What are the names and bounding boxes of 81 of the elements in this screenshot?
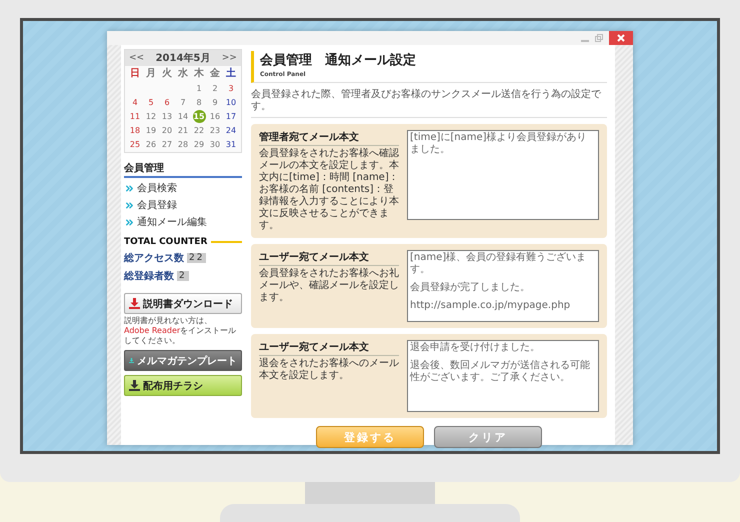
page-title: 会員管理 通知メール設定 bbox=[260, 52, 417, 69]
section-description: 退会をされたお客様へのメール本文を設定します。 bbox=[259, 358, 399, 382]
counter-value: 22 bbox=[187, 253, 206, 263]
calendar-day[interactable]: 20 bbox=[160, 124, 174, 137]
counter-value: 2 bbox=[177, 271, 189, 281]
weekday-label: 火 bbox=[161, 67, 173, 81]
calendar-day[interactable]: 2 bbox=[208, 82, 222, 95]
calendar-day[interactable]: 26 bbox=[144, 138, 158, 151]
mail-body-field[interactable]: [time]に[name]様より会員登録がありました。 bbox=[407, 130, 599, 220]
page-description: 会員登録された際、管理者及びお客様のサンクスメール送信を行う為の設定です。 bbox=[251, 89, 607, 118]
download-button[interactable]: 説明書ダウンロード bbox=[124, 293, 242, 314]
calendar-day[interactable]: 3 bbox=[224, 82, 238, 95]
calendar-day[interactable]: 17 bbox=[224, 110, 238, 123]
adobe-reader-link[interactable]: Adobe Reader bbox=[124, 326, 180, 335]
calendar-day[interactable]: 4 bbox=[128, 96, 142, 109]
calendar-day[interactable]: 19 bbox=[144, 124, 158, 137]
calendar-day[interactable]: 15 bbox=[192, 110, 206, 123]
help-note: 説明書が見れない方は、 Adobe Readerをインストールしてください。 bbox=[124, 316, 238, 346]
sidebar-heading: 会員管理 bbox=[124, 161, 242, 178]
calendar-day[interactable]: 30 bbox=[208, 138, 222, 151]
calendar-day[interactable]: 9 bbox=[208, 96, 222, 109]
calendar-day[interactable]: 1 bbox=[192, 82, 206, 95]
calendar-day[interactable]: 12 bbox=[144, 110, 158, 123]
calendar-day[interactable]: 13 bbox=[160, 110, 174, 123]
chevrons-icon bbox=[124, 200, 135, 211]
mail-body-line: http://sample.co.jp/mypage.php bbox=[410, 300, 572, 312]
calendar-day[interactable]: 21 bbox=[176, 124, 190, 137]
chevrons-icon bbox=[124, 217, 135, 228]
download-icon bbox=[129, 355, 134, 366]
calendar-day[interactable]: 25 bbox=[128, 138, 142, 151]
calendar-day[interactable]: 22 bbox=[192, 124, 206, 137]
sidebar-link[interactable]: 会員登録 bbox=[124, 199, 242, 212]
weekday-label: 月 bbox=[145, 67, 157, 81]
section-description: 会員登録をされたお客様へ確認メールの本文を設定します。本文内に[time]：時間 [name]：お客様の名前 [contents]：登録情報を入力することにより本文に反映させることができます。 bbox=[259, 148, 399, 232]
calendar-day[interactable]: 6 bbox=[160, 96, 174, 109]
calendar-day[interactable]: 5 bbox=[144, 96, 158, 109]
close-icon bbox=[617, 34, 625, 42]
restore-icon[interactable] bbox=[595, 34, 603, 42]
calendar-day[interactable]: 24 bbox=[224, 124, 238, 137]
section-description: 会員登録をされたお客様へお礼メールや、確認メールを設定します。 bbox=[259, 268, 399, 304]
counter-title: TOTAL COUNTER bbox=[124, 237, 208, 247]
close-button[interactable] bbox=[609, 31, 633, 45]
mail-body-field[interactable]: 退会申請を受け付けました。 退会後、数回メルマガが送信される可能性がございます。ご了承ください。 bbox=[407, 340, 599, 412]
calendar-month: 2014年5月 bbox=[156, 52, 210, 65]
weekday-label: 木 bbox=[193, 67, 205, 81]
calendar-day[interactable]: 14 bbox=[176, 110, 190, 123]
calendar-day[interactable]: 16 bbox=[208, 110, 222, 123]
calendar-prev-link[interactable]: << bbox=[129, 53, 144, 63]
calendar-day[interactable]: 23 bbox=[208, 124, 222, 137]
calendar-day[interactable]: 27 bbox=[160, 138, 174, 151]
calendar-day[interactable]: 8 bbox=[192, 96, 206, 109]
section-heading: ユーザー宛てメール本文 bbox=[259, 250, 399, 266]
mail-body-line: 会員登録が完了しました。 bbox=[410, 282, 531, 294]
calendar-day[interactable]: 29 bbox=[192, 138, 206, 151]
calendar-day[interactable]: 28 bbox=[176, 138, 190, 151]
weekday-label: 金 bbox=[209, 67, 221, 81]
counter-label: 総アクセス数 bbox=[124, 252, 184, 265]
counter-label: 総登録者数 bbox=[124, 270, 174, 283]
weekday-label: 日 bbox=[129, 67, 141, 81]
mail-body-line: [name]様、会員の登録有難うございます。 bbox=[410, 252, 588, 276]
sidebar-link[interactable]: 会員検索 bbox=[124, 182, 242, 195]
calendar-next-link[interactable]: >> bbox=[222, 53, 237, 63]
download-button[interactable]: 配布用チラシ bbox=[124, 375, 242, 396]
calendar-day[interactable]: 11 bbox=[128, 110, 142, 123]
calendar-day[interactable]: 18 bbox=[128, 124, 142, 137]
chevrons-icon bbox=[124, 183, 135, 194]
mail-body-line: 退会申請を受け付けました。 bbox=[410, 342, 541, 354]
calendar-day[interactable]: 7 bbox=[176, 96, 190, 109]
download-icon bbox=[129, 380, 140, 391]
download-button[interactable]: メルマガテンプレート bbox=[124, 350, 242, 371]
calendar-day[interactable]: 31 bbox=[224, 138, 238, 151]
weekday-label: 水 bbox=[176, 67, 189, 81]
mail-body-line: 退会後、数回メルマガが送信される可能性がございます。ご了承ください。 bbox=[410, 360, 591, 384]
mail-body-line: [time]に[name]様より会員登録がありました。 bbox=[410, 132, 588, 156]
mail-body-field[interactable]: [name]様、会員の登録有難うございます。 会員登録が完了しました。 http://sample.co.jp/mypage.php bbox=[407, 250, 599, 322]
calendar-day[interactable]: 10 bbox=[224, 96, 238, 109]
sidebar-link[interactable]: 通知メール編集 bbox=[124, 216, 242, 229]
download-icon bbox=[129, 298, 140, 309]
weekday-label: 土 bbox=[225, 67, 237, 81]
section-heading: 管理者宛てメール本文 bbox=[259, 130, 399, 146]
section-heading: ユーザー宛てメール本文 bbox=[259, 340, 399, 356]
